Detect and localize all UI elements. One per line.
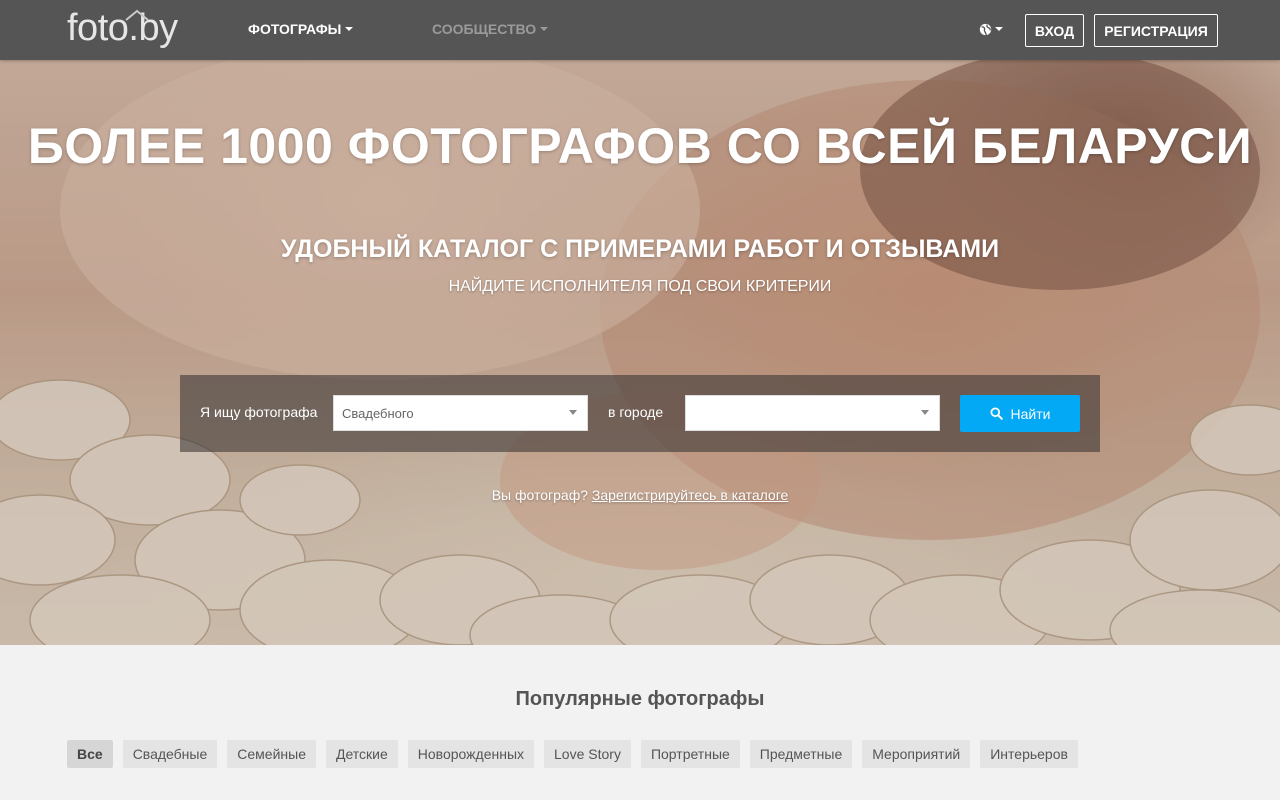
filter-kids[interactable]: Детские [325,740,398,768]
dropdown-arrow-icon [569,410,577,415]
nav-photographers[interactable]: Фотографы [248,0,354,58]
hero-subtitle: УДОБНЫЙ КАТАЛОГ С ПРИМЕРАМИ РАБОТ И ОТЗЫ… [280,235,1000,263]
dropdown-arrow-icon [921,410,929,415]
filter-wedding[interactable]: Свадебные [122,740,218,768]
nav-community-label: Сообщество [432,21,537,37]
hero-banner: БОЛЕЕ 1000 ФОТОГРАФОВ СО ВСЕЙ БЕЛАРУСИ У… [0,60,1280,645]
filter-portrait[interactable]: Портретные [640,740,740,768]
hero-tagline: Найдите исполнителя под свои критерии [448,278,832,295]
site-logo[interactable]: foto.by [67,6,199,50]
language-selector[interactable] [979,20,1003,38]
top-navbar: foto.by Фотографы Сообщество Вход Регист… [0,0,1280,60]
login-button[interactable]: Вход [1025,14,1084,47]
filter-love-story[interactable]: Love Story [544,740,631,768]
globe-icon [979,23,992,35]
filter-events[interactable]: Мероприятий [862,740,971,768]
chevron-down-icon [345,27,354,31]
register-catalog-link[interactable]: Зарегистрируйтесь в каталоге [592,487,788,503]
photographer-register-prompt: Вы фотограф? Зарегистрируйтесь в каталог… [0,487,1280,503]
search-city-label: в городе [608,404,664,420]
search-button-label: Найти [1010,405,1051,422]
search-panel: Я ищу фотографа Свадебного в городе Найт… [180,375,1100,452]
filter-interiors[interactable]: Интерьеров [980,740,1078,768]
city-select[interactable] [685,395,940,431]
search-button[interactable]: Найти [960,395,1080,432]
filter-newborn[interactable]: Новорожденных [407,740,535,768]
search-icon [990,407,1003,420]
chevron-down-icon [540,27,549,31]
nav-photographers-label: Фотографы [248,21,342,37]
filter-product[interactable]: Предметные [749,740,853,768]
hero-title: БОЛЕЕ 1000 ФОТОГРАФОВ СО ВСЕЙ БЕЛАРУСИ [27,118,1253,174]
logo-roof-icon [125,9,149,21]
photographer-type-value: Свадебного [342,405,414,421]
category-filters: Все Свадебные Семейные Детские Новорожде… [67,740,1078,768]
photographer-type-select[interactable]: Свадебного [333,395,588,431]
register-button[interactable]: Регистрация [1094,14,1218,47]
search-type-label: Я ищу фотографа [200,404,318,420]
register-prompt-text: Вы фотограф? [491,487,588,503]
logo-text: foto.by [67,7,178,49]
filter-family[interactable]: Семейные [227,740,316,768]
popular-photographers-title: Популярные фотографы [515,688,765,710]
nav-community[interactable]: Сообщество [432,0,549,58]
filter-all[interactable]: Все [67,740,113,768]
chevron-down-icon [995,27,1003,31]
